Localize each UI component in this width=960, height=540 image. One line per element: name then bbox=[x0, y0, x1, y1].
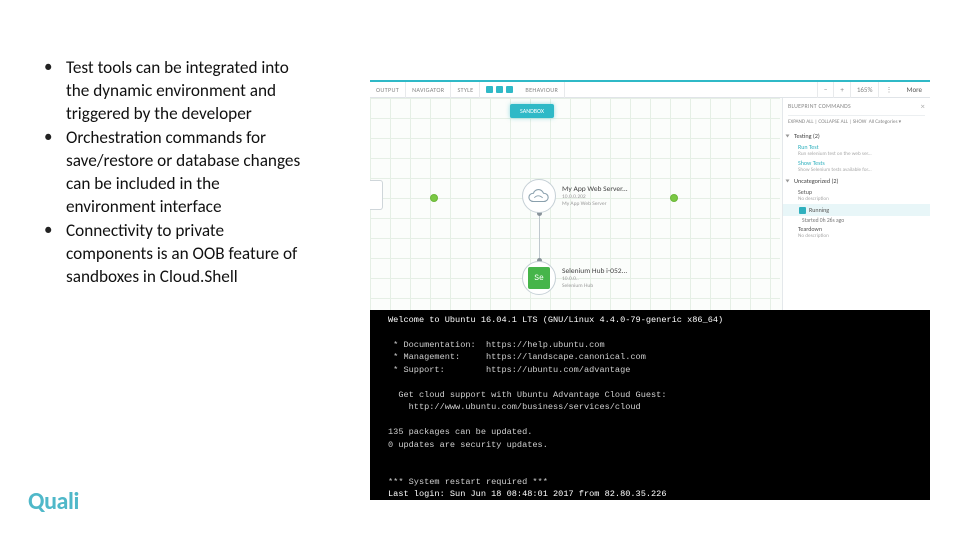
zoom-out-button[interactable]: − bbox=[817, 82, 834, 98]
bullet-item: Connectivity to private components is an… bbox=[42, 219, 312, 289]
web-server-node[interactable]: My App Web Server... 10.0.0.202 My App W… bbox=[522, 176, 672, 216]
style-icon bbox=[496, 86, 503, 93]
tab-output[interactable]: OUTPUT bbox=[370, 82, 406, 98]
cloudshell-ui: OUTPUT NAVIGATOR STYLE BEHAVIOUR − + 165… bbox=[370, 80, 930, 310]
show-label: SHOW bbox=[853, 119, 867, 125]
cloud-icon bbox=[522, 179, 556, 213]
bullet-list: Test tools can be integrated into the dy… bbox=[42, 56, 312, 288]
cmd-title: Teardown bbox=[798, 225, 822, 233]
expand-all-link[interactable]: EXPAND ALL bbox=[788, 119, 814, 125]
style-icons[interactable] bbox=[480, 86, 519, 93]
collapse-all-link[interactable]: COLLAPSE ALL bbox=[818, 119, 848, 125]
selenium-icon: Se bbox=[522, 261, 556, 295]
bullet-item: Test tools can be integrated into the dy… bbox=[42, 56, 312, 126]
more-menu-icon[interactable]: ⋮ bbox=[878, 82, 898, 98]
node-sub: My App Web Server bbox=[562, 201, 628, 207]
command-run-test[interactable]: Run Test Run selenium test on the web se… bbox=[788, 142, 925, 158]
cmd-title: Run Test bbox=[798, 143, 819, 151]
commands-panel: BLUEPRINT COMMANDS × EXPAND ALL | COLLAP… bbox=[782, 98, 930, 310]
term-line: http://www.ubuntu.com/business/services/… bbox=[388, 402, 641, 412]
toolbar: OUTPUT NAVIGATOR STYLE BEHAVIOUR − + 165… bbox=[370, 82, 930, 98]
term-line: Welcome to Ubuntu 16.04.1 LTS (GNU/Linux… bbox=[388, 315, 723, 325]
category-uncat[interactable]: Uncategorized (2) bbox=[788, 174, 925, 187]
category-filter[interactable]: All Categories bbox=[869, 119, 898, 125]
selenium-node[interactable]: Se Selenium Hub i-052... 10.0.0.. Seleni… bbox=[522, 258, 672, 298]
term-line: 0 updates are security updates. bbox=[388, 440, 548, 450]
style-icon bbox=[506, 86, 513, 93]
tab-navigator[interactable]: NAVIGATOR bbox=[406, 82, 451, 98]
style-icon bbox=[486, 86, 493, 93]
close-icon[interactable]: × bbox=[921, 102, 925, 112]
tab-behaviour[interactable]: BEHAVIOUR bbox=[519, 82, 565, 98]
se-badge: Se bbox=[528, 267, 550, 289]
cmd-desc: No description bbox=[798, 196, 925, 202]
zoom-in-button[interactable]: + bbox=[833, 82, 850, 98]
status-dot-icon bbox=[430, 194, 438, 202]
node-sub: Selenium Hub bbox=[562, 283, 627, 289]
panel-header: BLUEPRINT COMMANDS bbox=[788, 102, 851, 112]
category-testing[interactable]: Testing (2) bbox=[788, 129, 925, 142]
tab-style[interactable]: STYLE bbox=[451, 82, 480, 98]
zoom-value: 165% bbox=[850, 82, 879, 98]
term-line: 135 packages can be updated. bbox=[388, 427, 532, 437]
screenshot-composite: OUTPUT NAVIGATOR STYLE BEHAVIOUR − + 165… bbox=[370, 80, 930, 500]
term-line: Get cloud support with Ubuntu Advantage … bbox=[388, 390, 666, 400]
term-line: * Documentation: https://help.ubuntu.com bbox=[388, 340, 605, 350]
command-show-tests[interactable]: Show Tests Show Selenium tests available… bbox=[788, 158, 925, 174]
running-label: Running bbox=[809, 206, 829, 214]
cmd-desc: No description bbox=[798, 233, 925, 239]
command-setup[interactable]: Setup No description bbox=[788, 187, 925, 203]
node-title: My App Web Server... bbox=[562, 185, 628, 194]
sandbox-badge: SANDBOX bbox=[510, 104, 554, 118]
cmd-title: Show Tests bbox=[798, 159, 825, 167]
cmd-desc: Run selenium test on the web ser... bbox=[798, 151, 925, 157]
term-line: *** System restart required *** bbox=[388, 477, 548, 487]
term-line: Last login: Sun Jun 18 08:48:01 2017 fro… bbox=[388, 489, 666, 499]
command-teardown[interactable]: Teardown No description bbox=[788, 224, 925, 240]
topology-canvas[interactable]: SANDBOX i:8543d.. ... My App Web Server.… bbox=[370, 98, 780, 310]
terminal[interactable]: Welcome to Ubuntu 16.04.1 LTS (GNU/Linux… bbox=[370, 310, 930, 500]
cmd-desc: Show Selenium tests available for... bbox=[798, 167, 925, 173]
connector-line bbox=[539, 214, 540, 260]
play-icon bbox=[799, 207, 806, 214]
bullet-item: Orchestration commands for save/restore … bbox=[42, 126, 312, 219]
more-link[interactable]: More bbox=[898, 85, 930, 94]
cmd-title: Setup bbox=[798, 188, 812, 196]
quali-logo: Quali bbox=[28, 487, 79, 516]
running-row[interactable]: Running bbox=[783, 204, 930, 216]
node-tiny: ... bbox=[370, 189, 379, 194]
partial-node: i:8543d.. ... bbox=[370, 180, 383, 210]
term-line: * Management: https://landscape.canonica… bbox=[388, 352, 646, 362]
node-title: Selenium Hub i-052... bbox=[562, 267, 627, 276]
term-line: * Support: https://ubuntu.com/advantage bbox=[388, 365, 630, 375]
started-label: Started 0h 26s ago bbox=[788, 217, 925, 224]
